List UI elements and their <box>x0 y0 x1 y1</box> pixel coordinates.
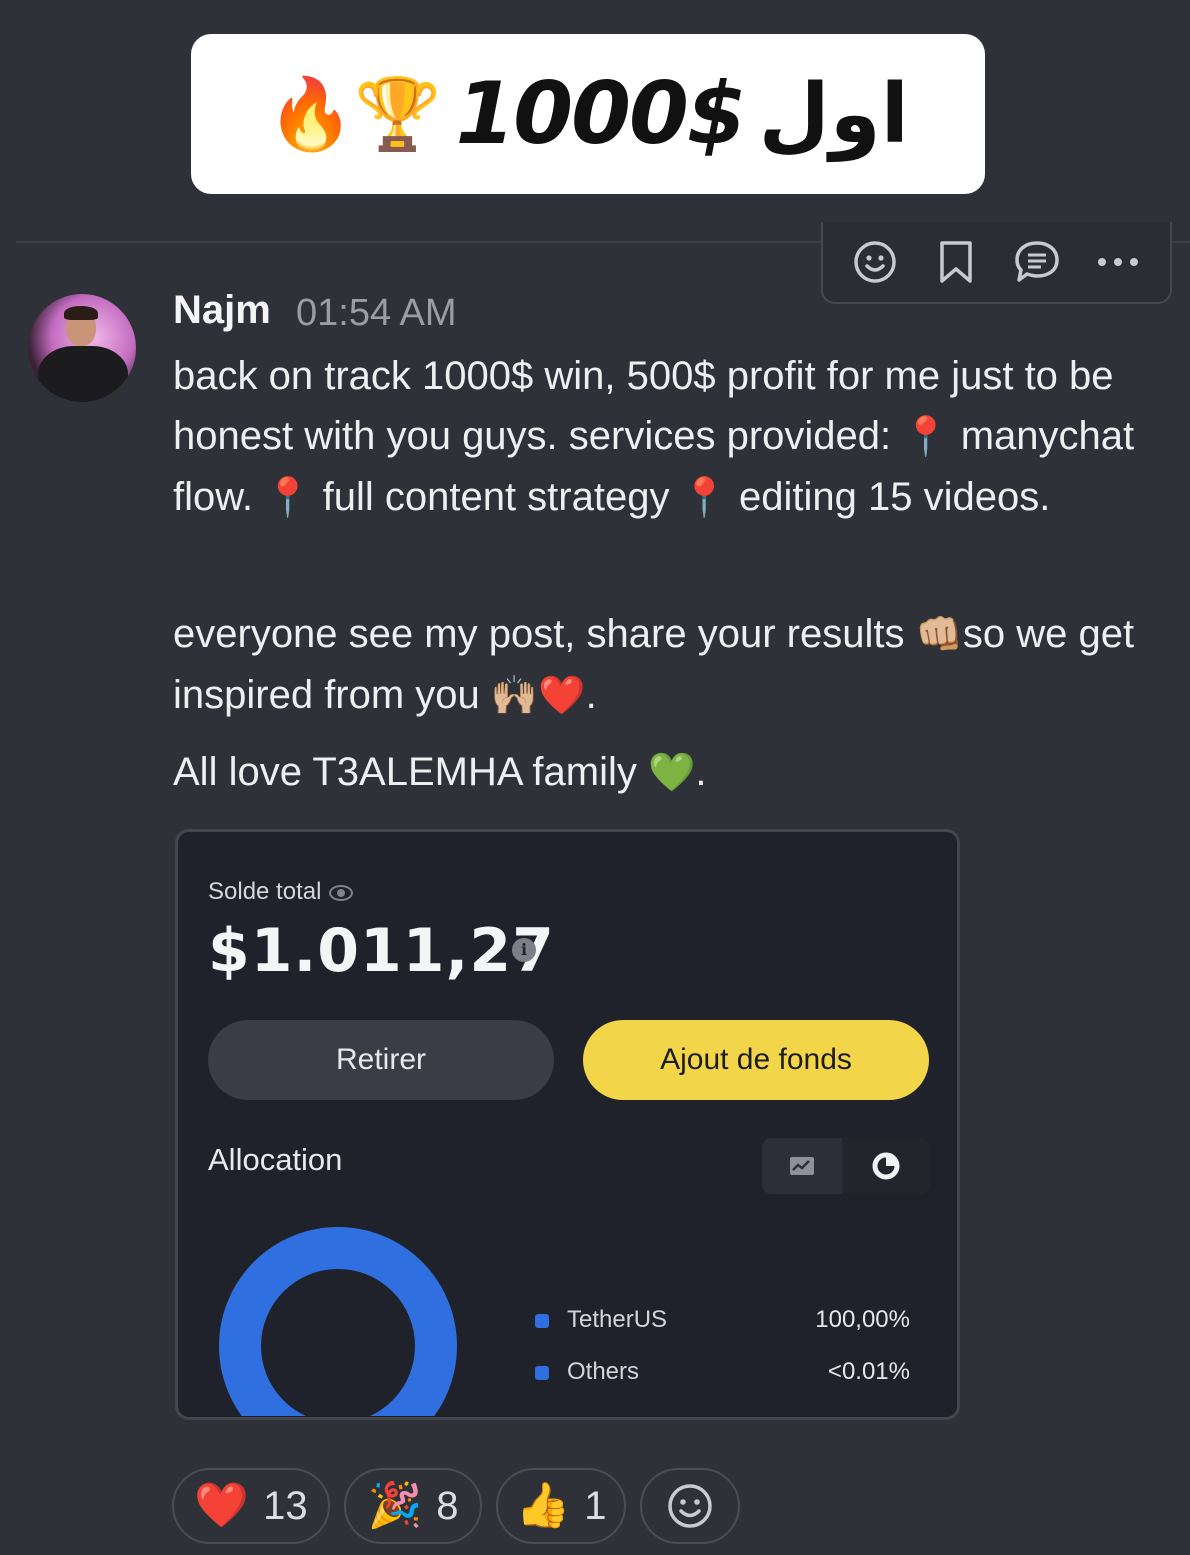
reaction-count: 13 <box>263 1483 308 1528</box>
attached-image[interactable]: Solde total $1.011,27 i Retirer Ajout de… <box>175 829 960 1420</box>
header-banner: 🔥🏆 1000$ اول <box>191 34 985 194</box>
solde-label-text: Solde total <box>208 878 322 905</box>
legend-swatch <box>535 1313 549 1328</box>
legend-row-others: Others <0.01% <box>535 1358 910 1386</box>
allocation-donut-chart <box>208 1216 468 1416</box>
legend-label: TetherUS <box>567 1306 668 1333</box>
reaction-heart[interactable]: ❤️ 13 <box>172 1468 330 1544</box>
author-name[interactable]: Najm <box>173 288 271 333</box>
pin-emoji: 📍 <box>264 477 312 519</box>
allocation-heading: Allocation <box>208 1142 343 1177</box>
banner-emoji: 🔥🏆 <box>267 75 442 153</box>
party-popper-emoji: 🎉 <box>367 1481 423 1530</box>
heart-emoji: ❤️ <box>538 675 586 717</box>
pin-emoji: 📍 <box>680 477 728 519</box>
reaction-party[interactable]: 🎉 8 <box>344 1468 482 1544</box>
pin-emoji: 📍 <box>902 416 950 458</box>
green-heart-emoji: 💚 <box>647 752 696 794</box>
ajout-de-fonds-button: Ajout de fonds <box>583 1020 929 1100</box>
legend-label: Others <box>567 1358 640 1385</box>
eye-icon <box>329 884 354 901</box>
more-icon[interactable] <box>1092 236 1144 288</box>
balance-value: $1.011,27 <box>208 916 555 986</box>
message-text: All love T3ALEMHA family <box>173 750 648 794</box>
fist-emoji: 👊🏼 <box>915 614 963 656</box>
banner-arabic-text: اول <box>758 66 909 162</box>
message-paragraph-2: everyone see my post, share your results… <box>173 604 1163 726</box>
legend-value: <0.01% <box>827 1358 910 1385</box>
reaction-count: 1 <box>584 1483 607 1528</box>
message-text: . <box>695 750 707 794</box>
message-time: 01:54 AM <box>296 292 457 334</box>
donut-slice-tetherus <box>219 1227 457 1416</box>
legend-value: 100,00% <box>815 1306 910 1333</box>
retirer-button: Retirer <box>208 1020 554 1100</box>
pie-chart-icon <box>842 1138 930 1194</box>
legend-swatch <box>535 1365 549 1380</box>
message-text: full content strategy <box>311 475 681 519</box>
reaction-count: 8 <box>436 1483 459 1528</box>
banner-amount: 1000$ <box>455 64 746 164</box>
heart-emoji: ❤️ <box>194 1481 250 1530</box>
raised-hands-emoji: 🙌🏼 <box>490 675 539 717</box>
message-paragraph-1: back on track 1000$ win, 500$ profit for… <box>173 346 1163 528</box>
reactions-bar: ❤️ 13 🎉 8 👍 1 <box>172 1468 740 1544</box>
emoji-react-icon[interactable] <box>849 236 901 288</box>
message-actions-toolbar <box>821 222 1172 304</box>
chart-view-toggle <box>762 1138 930 1194</box>
info-icon: i <box>512 938 536 962</box>
bookmark-icon[interactable] <box>930 236 982 288</box>
message-text: everyone see my post, share your results <box>173 612 916 656</box>
add-reaction-icon <box>668 1484 712 1528</box>
avatar[interactable] <box>28 294 136 402</box>
message-text: editing 15 videos. <box>727 475 1051 519</box>
message-text: . <box>585 673 597 717</box>
thumbs-up-emoji: 👍 <box>515 1481 571 1530</box>
reaction-thumbs-up[interactable]: 👍 1 <box>496 1468 626 1544</box>
line-chart-icon <box>762 1138 842 1194</box>
message-paragraph-3: All love T3ALEMHA family 💚. <box>173 742 1163 803</box>
legend-row-tetherus: TetherUS 100,00% <box>535 1306 910 1334</box>
add-reaction-button[interactable] <box>640 1468 740 1544</box>
solde-label: Solde total <box>208 878 354 906</box>
reply-thread-icon[interactable] <box>1011 236 1063 288</box>
